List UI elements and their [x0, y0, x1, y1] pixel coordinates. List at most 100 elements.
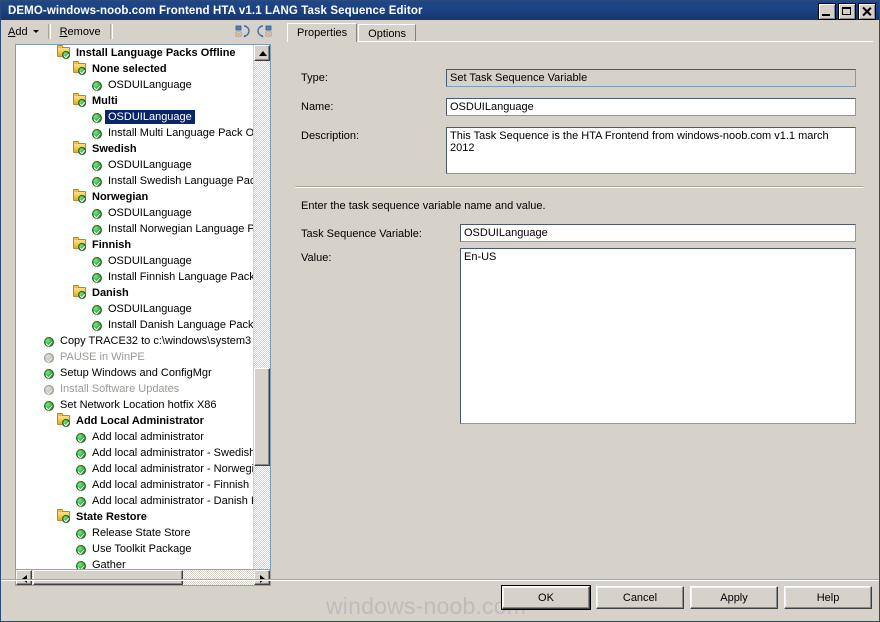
- tree-item[interactable]: Copy TRACE32 to c:\windows\system3: [16, 333, 258, 349]
- remove-button[interactable]: Remove: [54, 22, 107, 41]
- tree-item[interactable]: Install Danish Language Pack O: [16, 317, 258, 333]
- help-button[interactable]: Help: [784, 586, 872, 609]
- tree-item-label: OSDUILanguage: [108, 303, 192, 315]
- tab-properties[interactable]: Properties: [287, 23, 358, 42]
- toolbar-separator-1: [47, 24, 51, 39]
- green-check-icon: [88, 78, 104, 92]
- tree-item[interactable]: Add local administrator - Swedish L: [16, 445, 258, 461]
- minimize-button[interactable]: [818, 3, 836, 20]
- tree-item[interactable]: Use Toolkit Package: [16, 541, 258, 557]
- editor-toolbar: Add Remove: [2, 21, 279, 42]
- tree-item[interactable]: OSDUILanguage: [16, 253, 258, 269]
- folder-icon: [56, 413, 72, 428]
- tree-item-label: Add local administrator - Swedish L: [92, 447, 258, 459]
- tree-item[interactable]: PAUSE in WinPE: [16, 349, 258, 365]
- tab-options[interactable]: Options: [358, 24, 417, 42]
- tree-item[interactable]: Add local administrator - Finnish La: [16, 477, 258, 493]
- tree-item[interactable]: Danish: [16, 285, 258, 301]
- tree-item[interactable]: Finnish: [16, 237, 258, 253]
- tree-vertical-scrollbar[interactable]: [253, 45, 270, 585]
- folder-icon: [56, 45, 72, 60]
- tree-item[interactable]: Setup Windows and ConfigMgr: [16, 365, 258, 381]
- tree-item[interactable]: None selected: [16, 61, 258, 77]
- tree-horizontal-scrollbar[interactable]: [15, 569, 271, 586]
- tree-item[interactable]: Install Software Updates: [16, 381, 258, 397]
- tree-item-label: Install Danish Language Pack O: [108, 319, 258, 331]
- tab-strip: Properties Options: [287, 23, 417, 42]
- add-button[interactable]: Add: [2, 22, 45, 41]
- folder-icon: [72, 237, 88, 252]
- tree-item-label: Add local administrator - Finnish La: [92, 479, 258, 491]
- scroll-up-button[interactable]: [254, 45, 270, 61]
- folder-icon: [72, 93, 88, 108]
- toolbar-icon-group: [235, 24, 279, 40]
- folder-icon: [56, 509, 72, 524]
- apply-button[interactable]: Apply: [690, 586, 778, 609]
- description-input[interactable]: This Task Sequence is the HTA Frontend f…: [446, 127, 856, 174]
- tree-item-label: None selected: [92, 63, 167, 75]
- tree-item-label: OSDUILanguage: [108, 79, 192, 91]
- tree-item-label: Set Network Location hotfix X86: [60, 399, 217, 411]
- tree-item[interactable]: Install Language Packs Offline: [16, 45, 258, 61]
- name-input[interactable]: OSDUILanguage: [446, 98, 856, 116]
- scroll-left-button[interactable]: [16, 570, 32, 585]
- tree-item[interactable]: Install Finnish Language Pack O: [16, 269, 258, 285]
- green-check-icon: [40, 334, 56, 348]
- tree-item-label: OSDUILanguage: [108, 255, 192, 267]
- name-label: Name:: [301, 101, 334, 113]
- properties-tab-body: Type: Set Task Sequence Variable Name: O…: [287, 42, 873, 573]
- tree-item[interactable]: OSDUILanguage: [16, 157, 258, 173]
- value-input[interactable]: En-US: [460, 248, 856, 424]
- tree-item[interactable]: State Restore: [16, 509, 258, 525]
- cancel-button[interactable]: Cancel: [596, 586, 684, 609]
- tree-item[interactable]: Release State Store: [16, 525, 258, 541]
- scroll-right-button[interactable]: [254, 570, 270, 585]
- tab-properties-label: Properties: [297, 27, 348, 39]
- tree-item[interactable]: Install Swedish Language Pack: [16, 173, 258, 189]
- cancel-button-label: Cancel: [622, 591, 658, 604]
- vertical-scroll-thumb[interactable]: [254, 368, 270, 466]
- tree-item[interactable]: OSDUILanguage: [16, 205, 258, 221]
- tree-item[interactable]: Add local administrator - Danish La: [16, 493, 258, 509]
- tree-item-label: OSDUILanguage: [108, 159, 192, 171]
- toolbar-separator-2: [109, 24, 113, 39]
- maximize-button[interactable]: [838, 3, 856, 20]
- tree-item[interactable]: Norwegian: [16, 189, 258, 205]
- collapse-all-icon[interactable]: [235, 24, 252, 40]
- green-check-icon: [40, 382, 56, 396]
- tree-item-label: Copy TRACE32 to c:\windows\system3: [60, 335, 252, 347]
- green-check-icon: [88, 254, 104, 268]
- green-check-icon: [40, 398, 56, 412]
- tree-item-label: Install Norwegian Language Pa: [108, 223, 258, 235]
- tree-item[interactable]: Install Multi Language Pack Offl: [16, 125, 258, 141]
- tree-item[interactable]: Add local administrator - Norwegian: [16, 461, 258, 477]
- green-check-icon: [40, 350, 56, 364]
- tree-item-label: Install Multi Language Pack Offl: [108, 127, 258, 139]
- section-divider: [295, 186, 863, 188]
- tree-item[interactable]: OSDUILanguage: [16, 77, 258, 93]
- variable-input[interactable]: OSDUILanguage: [460, 224, 856, 242]
- tree-item[interactable]: Add Local Administrator: [16, 413, 258, 429]
- tree-item[interactable]: Install Norwegian Language Pa: [16, 221, 258, 237]
- task-sequence-tree[interactable]: Install Language Packs Offline None selec…: [15, 44, 271, 586]
- tree-item-label: Add local administrator: [92, 431, 204, 443]
- green-check-icon: [88, 222, 104, 236]
- tree-item[interactable]: Set Network Location hotfix X86: [16, 397, 258, 413]
- horizontal-scroll-thumb[interactable]: [33, 570, 183, 585]
- expand-all-icon[interactable]: [256, 24, 273, 40]
- type-value: Set Task Sequence Variable: [446, 69, 856, 87]
- folder-icon: [72, 61, 88, 76]
- chevron-down-icon: [32, 30, 39, 33]
- tree-item[interactable]: Swedish: [16, 141, 258, 157]
- title-bar: DEMO-windows-noob.com Frontend HTA v1.1 …: [1, 1, 879, 20]
- close-button[interactable]: [858, 3, 876, 20]
- tree-item[interactable]: OSDUILanguage: [16, 301, 258, 317]
- tree-item-label: Release State Store: [92, 527, 191, 539]
- tree-item-label: Multi: [92, 95, 118, 107]
- tree-item[interactable]: Multi: [16, 93, 258, 109]
- tree-item[interactable]: Add local administrator: [16, 429, 258, 445]
- ok-button[interactable]: OK: [501, 585, 591, 610]
- green-check-icon: [72, 494, 88, 508]
- tree-item-label: Add local administrator - Norwegian: [92, 463, 258, 475]
- tree-item[interactable]: OSDUILanguage: [16, 109, 258, 125]
